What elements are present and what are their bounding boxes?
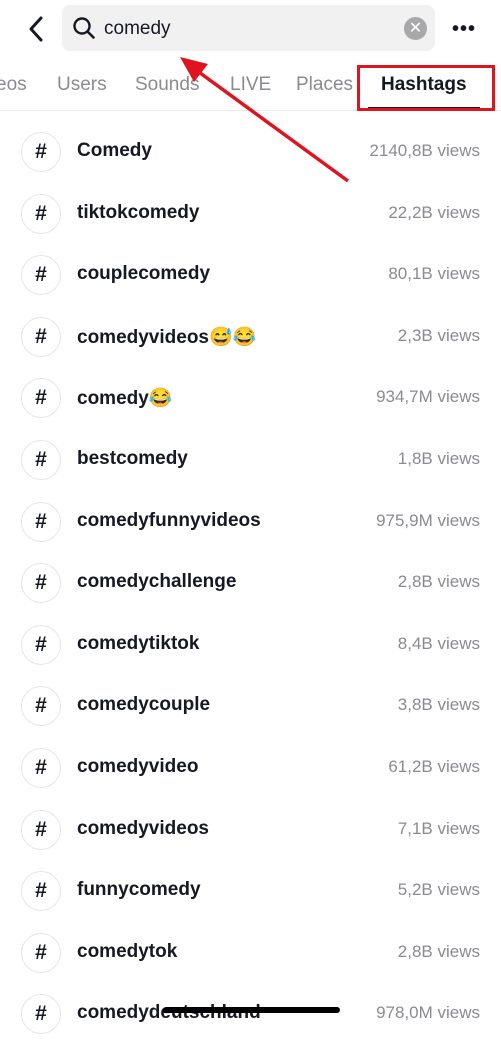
hashtag-icon: # <box>21 440 61 480</box>
hashtag-icon: # <box>21 193 61 234</box>
hashtag-icon: # <box>21 563 61 604</box>
search-bar[interactable]: ✕ <box>62 5 435 51</box>
hashtag-row[interactable]: # bestcomedy 1,8B views <box>0 430 501 490</box>
hashtag-name: Comedy <box>77 140 152 161</box>
home-indicator <box>163 1007 340 1013</box>
hashtag-name: tiktokcomedy <box>77 201 200 223</box>
hashtag-views: 1,8B views <box>397 449 480 468</box>
hashtag-name: comedyvideo <box>77 756 199 777</box>
hashtag-row[interactable]: # comedycouple 3,8B views <box>0 676 501 736</box>
hashtag-icon: # <box>21 871 61 912</box>
hashtag-name: comedy😂 <box>77 388 173 410</box>
hashtag-icon: # <box>21 686 61 727</box>
hashtag-views: 934,7M views <box>376 387 480 407</box>
hashtag-icon: # <box>21 624 61 665</box>
hashtag-icon: # <box>21 809 61 850</box>
back-button[interactable] <box>24 14 50 44</box>
hashtag-name: bestcomedy <box>77 448 188 469</box>
hashtag-name: comedytok <box>77 940 178 962</box>
hashtag-icon: # <box>21 994 61 1035</box>
hashtag-row[interactable]: # comedytok 2,8B views <box>0 923 501 983</box>
hashtag-row[interactable]: # comedyvideos😅😂 2,3B views <box>0 307 501 367</box>
hashtag-views: 80,1B views <box>388 264 480 284</box>
hashtag-name: comedytiktok <box>77 632 200 654</box>
hashtag-views: 2140,8B views <box>369 141 480 160</box>
hashtag-views: 22,2B views <box>388 202 480 222</box>
hashtag-icon: # <box>21 378 61 419</box>
hashtag-row[interactable]: # comedyvideos 7,1B views <box>0 800 501 860</box>
hashtag-views: 7,1B views <box>397 818 480 838</box>
hashtag-icon: # <box>21 316 61 357</box>
hashtag-name: comedyfunnyvideos <box>77 509 261 531</box>
tab-users[interactable]: Users <box>57 74 107 96</box>
hashtag-row[interactable]: # comedytiktok 8,4B views <box>0 615 501 675</box>
hashtag-row[interactable]: # Comedy 2140,8B views <box>0 122 501 182</box>
hashtag-icon: # <box>21 748 61 788</box>
highlight-box <box>357 65 495 111</box>
hashtag-row[interactable]: # comedychallenge 2,8B views <box>0 553 501 613</box>
tab-sounds[interactable]: Sounds <box>135 74 199 96</box>
hashtag-row[interactable]: # funnycomedy 5,2B views <box>0 861 501 921</box>
hashtag-views: 2,3B views <box>397 325 480 345</box>
tab-videos[interactable]: eos <box>0 74 27 96</box>
hashtag-name: couplecomedy <box>77 263 211 285</box>
hashtag-row[interactable]: # comedyfunnyvideos 975,9M views <box>0 492 501 552</box>
hashtag-row[interactable]: # comedyvideo 61,2B views <box>0 738 501 798</box>
hashtag-row[interactable]: # couplecomedy 80,1B views <box>0 245 501 305</box>
ellipsis-icon: ••• <box>452 18 477 40</box>
hashtag-name: comedydeutschland <box>77 1002 261 1024</box>
hashtag-name: comedychallenge <box>77 571 237 593</box>
hashtag-name: comedyvideos😅😂 <box>77 326 257 348</box>
hashtag-icon: # <box>21 255 61 296</box>
hashtag-views: 61,2B views <box>388 757 480 776</box>
hashtag-name: comedycouple <box>77 694 211 716</box>
hashtag-icon: # <box>21 932 61 973</box>
hashtag-name: comedyvideos <box>77 817 209 839</box>
hashtag-views: 3,8B views <box>397 695 480 715</box>
more-options-button[interactable]: ••• <box>452 18 476 41</box>
hashtag-row[interactable]: # tiktokcomedy 22,2B views <box>0 184 501 244</box>
clear-search-button[interactable]: ✕ <box>404 17 427 40</box>
hashtag-icon: # <box>21 132 61 172</box>
hashtag-views: 975,9M views <box>376 510 480 530</box>
hashtag-views: 2,8B views <box>397 572 480 592</box>
magnifier-icon <box>73 17 95 39</box>
hashtag-views: 2,8B views <box>397 941 480 961</box>
hashtag-icon: # <box>21 501 61 542</box>
tab-places[interactable]: Places <box>296 74 353 96</box>
search-input[interactable] <box>102 13 396 45</box>
hashtag-views: 8,4B views <box>397 633 480 653</box>
tab-live[interactable]: LIVE <box>230 74 271 96</box>
hashtag-row[interactable]: # comedy😂 934,7M views <box>0 368 501 428</box>
chevron-left-icon <box>29 16 43 42</box>
hashtag-views: 978,0M views <box>376 1003 480 1023</box>
hashtag-views: 5,2B views <box>397 880 480 900</box>
hashtag-name: funnycomedy <box>77 879 201 901</box>
x-circle-icon: ✕ <box>408 20 423 37</box>
hashtag-row[interactable]: # comedydeutschland 978,0M views <box>0 984 501 1044</box>
